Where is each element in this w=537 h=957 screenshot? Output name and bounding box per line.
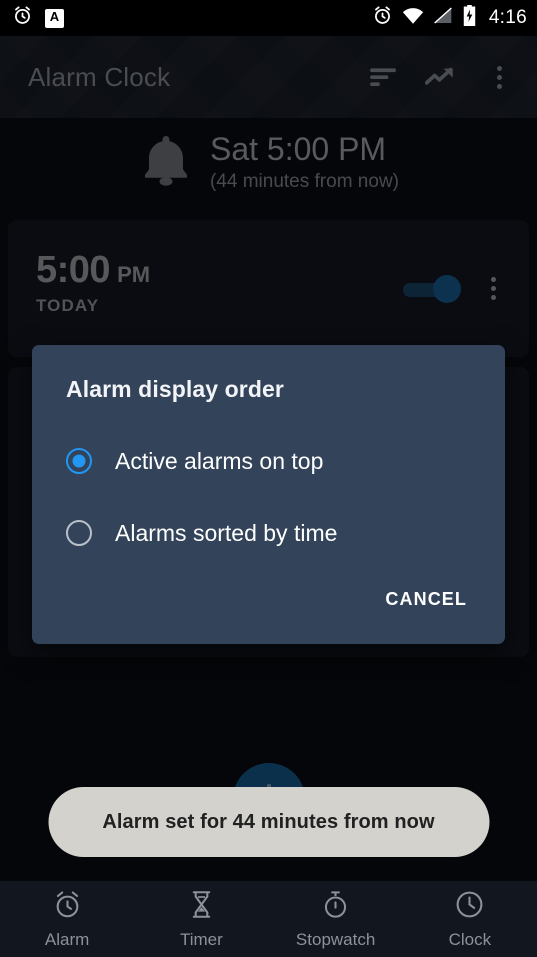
radio-button-selected[interactable]	[66, 448, 92, 474]
radio-button-unselected[interactable]	[66, 520, 92, 546]
cancel-button[interactable]: CANCEL	[375, 581, 477, 618]
a-badge-icon: A	[45, 8, 64, 28]
signal-off-icon	[433, 6, 453, 30]
radio-option-alarms-sorted-by-time[interactable]: Alarms sorted by time	[32, 497, 505, 569]
battery-charging-icon	[462, 5, 477, 31]
alarm-icon	[372, 5, 393, 31]
alarm-display-order-dialog: Alarm display order Active alarms on top…	[32, 345, 505, 644]
alarm-clock-icon	[52, 889, 83, 925]
clock-icon	[454, 889, 485, 925]
dialog-title: Alarm display order	[66, 376, 284, 402]
nav-item-label: Timer	[179, 929, 223, 949]
nav-item-label: Clock	[448, 929, 492, 949]
phone-screen: A 4:16 Alarm display order Active alarms…	[0, 0, 537, 957]
radio-option-active-alarms-on-top[interactable]: Active alarms on top	[32, 425, 505, 497]
stopwatch-icon	[320, 889, 351, 925]
toast-text: Alarm set for 44 minutes from now	[102, 810, 435, 833]
toast-notification: Alarm set for 44 minutes from now	[48, 787, 489, 857]
status-bar-right: 4:16	[372, 5, 527, 31]
radio-option-label: Active alarms on top	[115, 447, 324, 474]
dialog-actions: CANCEL	[32, 569, 505, 636]
nav-item-clock[interactable]: Clock	[403, 881, 537, 957]
nav-item-timer[interactable]: Timer	[134, 881, 268, 957]
radio-group: Active alarms on top Alarms sorted by ti…	[32, 425, 505, 569]
wifi-icon	[402, 6, 424, 30]
radio-option-label: Alarms sorted by time	[115, 519, 338, 546]
hourglass-icon	[186, 889, 217, 925]
status-bar: A 4:16	[0, 0, 537, 36]
status-bar-clock: 4:16	[488, 7, 527, 28]
nav-item-label: Alarm	[44, 929, 90, 949]
nav-item-alarm[interactable]: Alarm	[0, 881, 134, 957]
status-bar-left: A	[12, 5, 64, 31]
nav-item-label: Stopwatch	[295, 929, 376, 949]
bottom-navigation-bar: Alarm Timer Stopwatch Clock	[0, 881, 537, 957]
alarm-icon	[12, 5, 33, 31]
nav-item-stopwatch[interactable]: Stopwatch	[269, 881, 403, 957]
